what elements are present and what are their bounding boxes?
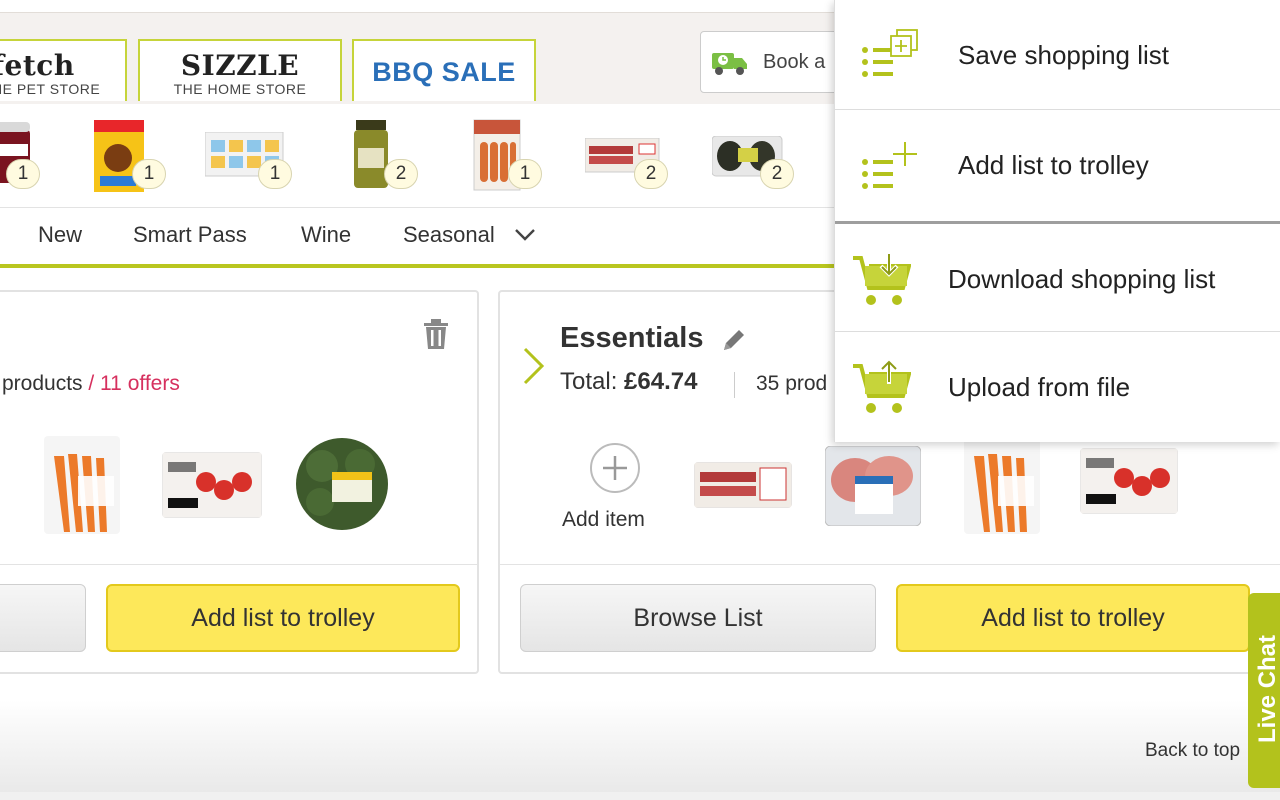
menu-item-label: Download shopping list	[948, 264, 1216, 294]
trash-icon[interactable]	[422, 318, 450, 350]
brand-name: BBQ SALE	[372, 57, 516, 87]
menu-item-add-list-to-trolley[interactable]: Add list to trolley	[835, 110, 1280, 224]
qty-badge: 2	[760, 159, 794, 189]
menu-item-download-shopping-list[interactable]: Download shopping list	[835, 224, 1280, 332]
list-total: Total: £64.74	[560, 368, 697, 396]
total-divider	[734, 372, 735, 398]
broccoli-image	[296, 438, 388, 530]
nav-item-seasonal[interactable]: Seasonal	[403, 222, 495, 248]
card-divider	[500, 564, 1280, 565]
footer	[0, 700, 1280, 792]
brand-tab-sizzle[interactable]: SIZZLE THE HOME STORE	[138, 39, 342, 101]
list-actions-menu: Save shopping list Add list to trolley D…	[834, 0, 1280, 442]
total-label: Total:	[560, 368, 618, 395]
total-value: £64.74	[624, 368, 698, 395]
bottom-edge	[0, 792, 1280, 800]
menu-item-label: Save shopping list	[958, 40, 1170, 70]
nav-item-wine[interactable]: Wine	[301, 222, 351, 248]
lamb-chops-image	[825, 446, 921, 526]
nav-item-smart-pass[interactable]: Smart Pass	[133, 222, 247, 248]
qty-badge: 1	[6, 159, 40, 189]
qty-badge: 1	[508, 159, 542, 189]
live-chat-label: Live Chat	[1254, 634, 1280, 743]
qty-badge: 1	[132, 159, 166, 189]
menu-item-label: Upload from file	[948, 372, 1131, 402]
brand-name: SIZZLE	[180, 49, 300, 82]
live-chat-tab[interactable]: Live Chat	[1248, 593, 1280, 788]
add-item-label: Add item	[562, 508, 645, 531]
menu-item-save-shopping-list[interactable]: Save shopping list	[835, 0, 1280, 110]
products-count: products	[2, 372, 83, 395]
shopping-list-card: products / 11 offers Add list to trolley	[0, 290, 479, 674]
brand-tagline: THE HOME STORE	[173, 81, 307, 97]
carrots-image	[964, 438, 1040, 534]
qty-badge: 2	[634, 159, 668, 189]
chevron-down-icon[interactable]	[514, 228, 536, 242]
browse-list-button[interactable]	[0, 584, 86, 652]
tomatoes-image	[162, 452, 262, 518]
qty-badge: 1	[258, 159, 292, 189]
add-item-button[interactable]: Add item	[562, 442, 672, 542]
save-list-icon	[862, 29, 918, 77]
add-list-to-trolley-button[interactable]: Add list to trolley	[896, 584, 1250, 652]
list-title: Essentials	[560, 322, 704, 354]
plus-circle-icon	[590, 443, 640, 493]
brand-tab-fetch[interactable]: fetch HE PET STORE	[0, 39, 127, 101]
upload-trolley-icon	[853, 360, 911, 413]
browse-list-button[interactable]: Browse List	[520, 584, 876, 652]
tomatoes-image	[1080, 448, 1178, 514]
bacon-image	[694, 462, 792, 508]
brand-tagline: HE PET STORE	[0, 81, 101, 97]
add-list-to-trolley-button[interactable]: Add list to trolley	[106, 584, 460, 652]
nav-item-new[interactable]: New	[38, 222, 82, 248]
offers-link[interactable]: / 11 offers	[88, 372, 179, 395]
add-list-icon	[862, 142, 917, 189]
list-summary: products / 11 offers	[2, 372, 180, 396]
menu-item-upload-from-file[interactable]: Upload from file	[835, 332, 1280, 442]
brand-tab-bbq-sale[interactable]: BBQ SALE	[352, 39, 536, 101]
brand-name: fetch	[0, 49, 75, 82]
book-delivery-label: Book a	[763, 50, 826, 73]
chevron-right-icon[interactable]	[522, 346, 546, 386]
qty-badge: 2	[384, 159, 418, 189]
pencil-icon[interactable]	[720, 326, 748, 354]
download-trolley-icon	[853, 252, 911, 305]
delivery-van-icon	[712, 53, 747, 75]
card-divider	[0, 564, 477, 565]
back-to-top-link[interactable]: Back to top	[1145, 740, 1240, 762]
carrots-image	[44, 436, 120, 534]
menu-item-label: Add list to trolley	[958, 150, 1149, 180]
products-count: 35 prod	[756, 372, 828, 395]
